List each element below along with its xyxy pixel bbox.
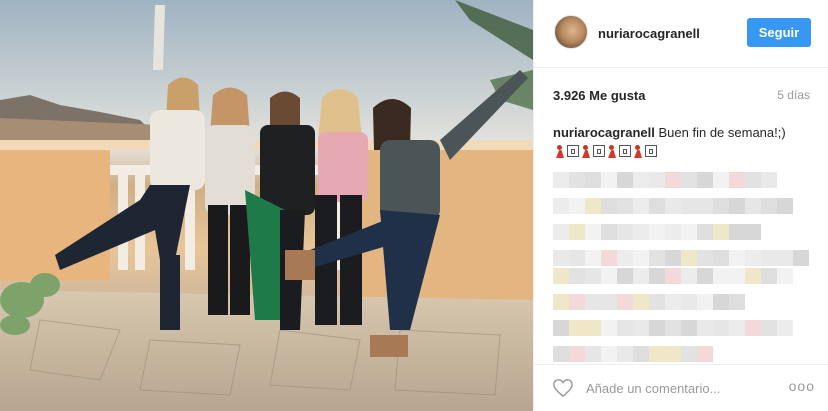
caption-username[interactable]: nuriarocagranell <box>553 125 655 140</box>
dancer-emoji-icon <box>607 145 617 158</box>
pixelated-comment <box>553 320 793 336</box>
comment-input[interactable] <box>586 379 776 397</box>
unknown-glyph-icon <box>645 145 657 158</box>
unknown-glyph-icon <box>593 145 605 158</box>
username-link[interactable]: nuriarocagranell <box>598 26 700 41</box>
photo-illustration <box>0 0 533 411</box>
pixelated-comment <box>553 172 777 188</box>
dancer-emoji-icon <box>555 145 565 158</box>
dancer-emoji-icon <box>633 145 643 158</box>
pixelated-comment <box>553 346 713 362</box>
post-header: nuriarocagranell Seguir <box>534 0 828 68</box>
ellipsis-icon[interactable]: ooo <box>789 378 815 394</box>
dancer-emoji-icon <box>581 145 591 158</box>
avatar[interactable] <box>554 15 588 49</box>
heart-outline-icon[interactable] <box>552 378 574 398</box>
unknown-glyph-icon <box>619 145 631 158</box>
pixelated-comment <box>553 268 793 284</box>
caption-text: Buen fin de semana!;) <box>658 125 786 140</box>
post-sidebar: nuriarocagranell Seguir 3.926 Me gusta 5… <box>533 0 828 411</box>
post-photo[interactable] <box>0 0 533 411</box>
post-time[interactable]: 5 días <box>777 88 810 102</box>
caption: nuriarocagranell Buen fin de semana!;) <box>553 124 815 160</box>
pixelated-comment <box>553 198 793 214</box>
pixelated-comment <box>553 250 809 266</box>
follow-button[interactable]: Seguir <box>747 18 811 47</box>
comments-pixelated <box>553 172 815 372</box>
pixelated-comment <box>553 224 761 240</box>
post-footer: ooo <box>534 364 828 411</box>
likes-count[interactable]: 3.926 Me gusta <box>553 88 646 103</box>
caption-emojis <box>555 145 657 158</box>
pixelated-comment <box>553 294 745 310</box>
unknown-glyph-icon <box>567 145 579 158</box>
